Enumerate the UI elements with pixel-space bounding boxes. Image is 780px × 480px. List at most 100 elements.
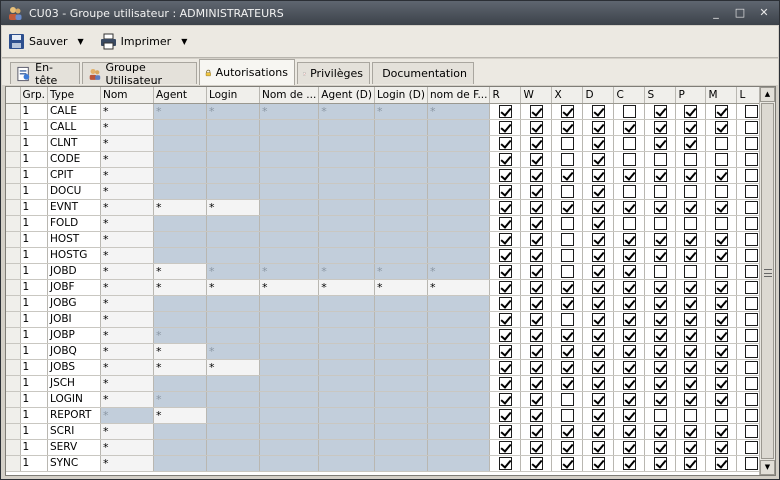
flag-d-checkbox[interactable]: [591, 312, 605, 326]
nom-de-f-cell[interactable]: [427, 135, 491, 152]
agent-d-cell[interactable]: [318, 247, 375, 264]
flag-d-checkbox[interactable]: [591, 120, 605, 134]
flag-x-checkbox[interactable]: [560, 424, 574, 438]
flag-r-checkbox[interactable]: [498, 392, 512, 406]
login-cell[interactable]: [206, 135, 260, 152]
flag-c-checkbox[interactable]: [622, 456, 636, 470]
row-selector[interactable]: [6, 407, 21, 424]
flag-l-checkbox[interactable]: [745, 136, 759, 150]
flag-d-checkbox[interactable]: [591, 392, 605, 406]
nom-de-f-cell[interactable]: [427, 167, 491, 184]
row-selector[interactable]: [6, 119, 21, 136]
type-cell[interactable]: CPIT: [47, 167, 101, 184]
column-header[interactable]: Type: [47, 87, 101, 104]
agent-cell[interactable]: [153, 439, 207, 456]
column-header[interactable]: Nom: [100, 87, 154, 104]
type-cell[interactable]: EVNT: [47, 199, 101, 216]
nom-cell[interactable]: *: [100, 327, 154, 344]
flag-r-checkbox[interactable]: [498, 328, 512, 342]
grp-cell[interactable]: 1: [20, 407, 48, 424]
table-row[interactable]: 1 JOBP * *: [6, 327, 768, 344]
nom-de-cell[interactable]: [259, 423, 320, 440]
flag-s-checkbox[interactable]: [653, 136, 667, 150]
table-row[interactable]: 1 JOBS * * *: [6, 359, 768, 376]
table-row[interactable]: 1 CALE * * * * * * *: [6, 103, 768, 120]
agent-cell[interactable]: *: [153, 359, 207, 376]
flag-m-checkbox[interactable]: [714, 216, 728, 230]
login-cell[interactable]: [206, 151, 260, 168]
table-row[interactable]: 1 DOCU *: [6, 183, 768, 200]
flag-p-checkbox[interactable]: [684, 296, 698, 310]
flag-x-checkbox[interactable]: [560, 136, 574, 150]
type-cell[interactable]: CODE: [47, 151, 101, 168]
flag-s-checkbox[interactable]: [653, 104, 667, 118]
flag-l-checkbox[interactable]: [745, 232, 759, 246]
flag-x-checkbox[interactable]: [560, 248, 574, 262]
flag-r-checkbox[interactable]: [498, 152, 512, 166]
nom-cell[interactable]: *: [100, 439, 154, 456]
agent-cell[interactable]: [153, 183, 207, 200]
flag-s-checkbox[interactable]: [653, 264, 667, 278]
flag-w-checkbox[interactable]: [529, 296, 543, 310]
type-cell[interactable]: SERV: [47, 439, 101, 456]
flag-x-checkbox[interactable]: [560, 168, 574, 182]
table-row[interactable]: 1 JOBI *: [6, 311, 768, 328]
flag-p-checkbox[interactable]: [684, 344, 698, 358]
flag-w-checkbox[interactable]: [529, 216, 543, 230]
login-d-cell[interactable]: [374, 215, 428, 232]
flag-r-checkbox[interactable]: [498, 376, 512, 390]
row-selector[interactable]: [6, 199, 21, 216]
tab-documentation[interactable]: Documentation: [372, 62, 474, 84]
flag-w-checkbox[interactable]: [529, 360, 543, 374]
nom-cell[interactable]: *: [100, 167, 154, 184]
flag-r-checkbox[interactable]: [498, 248, 512, 262]
flag-s-checkbox[interactable]: [653, 376, 667, 390]
table-row[interactable]: 1 JOBQ * * *: [6, 343, 768, 360]
flag-c-checkbox[interactable]: [622, 264, 636, 278]
flag-s-checkbox[interactable]: [653, 280, 667, 294]
login-d-cell[interactable]: [374, 295, 428, 312]
flag-x-checkbox[interactable]: [560, 456, 574, 470]
nom-cell[interactable]: *: [100, 103, 154, 120]
save-button[interactable]: Sauver ▼: [2, 30, 90, 54]
flag-m-checkbox[interactable]: [714, 424, 728, 438]
flag-p-checkbox[interactable]: [684, 168, 698, 182]
row-selector[interactable]: [6, 151, 21, 168]
agent-d-cell[interactable]: *: [318, 263, 375, 280]
table-row[interactable]: 1 EVNT * * *: [6, 199, 768, 216]
table-row[interactable]: 1 JOBF * * * * * * *: [6, 279, 768, 296]
nom-de-f-cell[interactable]: [427, 183, 491, 200]
login-cell[interactable]: [206, 183, 260, 200]
nom-de-cell[interactable]: [259, 359, 320, 376]
nom-de-cell[interactable]: [259, 199, 320, 216]
agent-cell[interactable]: [153, 311, 207, 328]
type-cell[interactable]: JOBQ: [47, 343, 101, 360]
flag-x-checkbox[interactable]: [560, 440, 574, 454]
nom-de-f-cell[interactable]: [427, 247, 491, 264]
flag-c-checkbox[interactable]: [622, 424, 636, 438]
scroll-up-arrow-icon[interactable]: ▲: [760, 87, 775, 102]
agent-d-cell[interactable]: [318, 375, 375, 392]
agent-cell[interactable]: [153, 455, 207, 472]
nom-de-f-cell[interactable]: *: [427, 279, 491, 296]
flag-m-checkbox[interactable]: [714, 296, 728, 310]
flag-x-checkbox[interactable]: [560, 184, 574, 198]
nom-cell[interactable]: *: [100, 375, 154, 392]
login-d-cell[interactable]: [374, 311, 428, 328]
flag-w-checkbox[interactable]: [529, 120, 543, 134]
flag-w-checkbox[interactable]: [529, 456, 543, 470]
login-d-cell[interactable]: [374, 327, 428, 344]
login-d-cell[interactable]: [374, 231, 428, 248]
flag-r-checkbox[interactable]: [498, 360, 512, 374]
flag-c-checkbox[interactable]: [622, 392, 636, 406]
type-cell[interactable]: JOBP: [47, 327, 101, 344]
agent-cell[interactable]: *: [153, 103, 207, 120]
table-row[interactable]: 1 FOLD *: [6, 215, 768, 232]
row-selector[interactable]: [6, 263, 21, 280]
table-row[interactable]: 1 REPORT * *: [6, 407, 768, 424]
nom-de-cell[interactable]: [259, 407, 320, 424]
tab-header[interactable]: En-tête: [10, 61, 80, 87]
login-d-cell[interactable]: *: [374, 263, 428, 280]
flag-c-checkbox[interactable]: [622, 296, 636, 310]
row-selector[interactable]: [6, 439, 21, 456]
